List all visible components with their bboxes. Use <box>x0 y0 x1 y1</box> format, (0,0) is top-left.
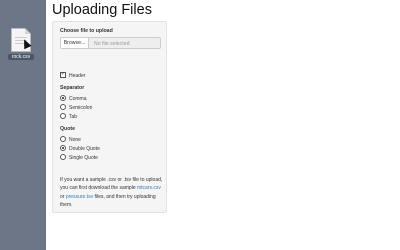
upload-panel: Choose file to upload Browse... No file … <box>52 21 167 213</box>
csv-file-icon[interactable] <box>11 28 32 52</box>
quote-radio-double[interactable]: Double Quote <box>60 145 100 152</box>
browse-button[interactable]: Browse... <box>60 37 89 49</box>
quote-radio-single[interactable]: Single Quote <box>60 154 98 161</box>
radio-button[interactable] <box>60 104 66 110</box>
help-text: If you want a sample .csv or .tsv file t… <box>60 176 164 209</box>
quote-radio-none[interactable]: None <box>60 136 81 143</box>
mtcars-download-link[interactable]: mtcars.csv <box>137 185 161 191</box>
header-checkbox-label: Header <box>69 73 86 79</box>
quote-label: Quote <box>60 126 75 132</box>
radio-button[interactable] <box>60 95 66 101</box>
radio-label: Tab <box>69 114 78 120</box>
desktop-sidebar: rock.csv <box>0 0 46 250</box>
separator-radio-comma[interactable]: Comma <box>60 95 87 102</box>
radio-label: None <box>69 137 81 143</box>
page-title: Uploading Files <box>52 2 152 18</box>
radio-label: Double Quote <box>69 146 100 152</box>
separator-label: Separator <box>60 85 85 91</box>
header-checkbox-box[interactable] <box>60 71 66 78</box>
file-upload-label: Choose file to upload <box>60 28 113 34</box>
radio-button[interactable] <box>60 145 66 151</box>
desktop-file-rock-csv[interactable]: rock.csv <box>8 28 34 60</box>
desktop-file-label[interactable]: rock.csv <box>8 54 34 60</box>
pressure-download-link[interactable]: pressure.tsv <box>66 194 93 200</box>
radio-label: Single Quote <box>69 155 98 161</box>
separator-radio-tab[interactable]: Tab <box>60 113 77 120</box>
radio-label: Semicolon <box>69 105 93 111</box>
radio-button[interactable] <box>60 113 66 119</box>
header-checkbox[interactable]: Header <box>60 71 86 79</box>
separator-radio-semicolon[interactable]: Semicolon <box>60 104 92 111</box>
radio-button[interactable] <box>60 154 66 160</box>
file-name-field[interactable]: No file selected <box>89 37 161 49</box>
radio-label: Comma <box>69 96 87 102</box>
radio-button[interactable] <box>60 136 66 142</box>
help-text-part: or <box>60 193 65 200</box>
mouse-cursor-icon <box>20 37 32 50</box>
